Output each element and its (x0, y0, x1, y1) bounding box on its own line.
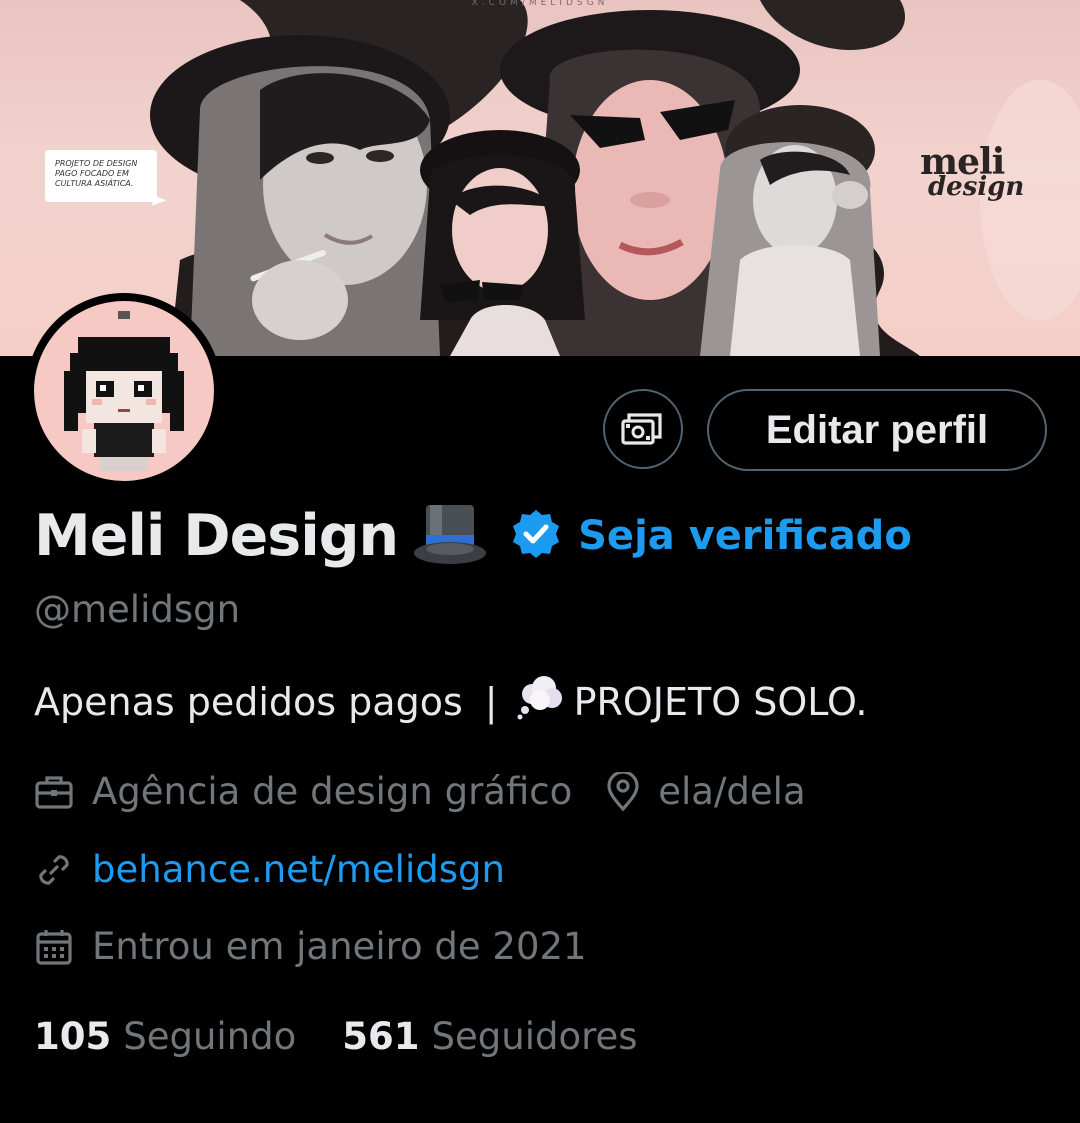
money-icon (621, 413, 662, 445)
profile-joined-date: Entrou em janeiro de 2021 (92, 925, 587, 968)
get-verified-link[interactable]: Seja verificado (578, 513, 912, 559)
speech-card-line: PAGO FOCADO EM (55, 169, 129, 178)
banner-speech-card: PROJETO DE DESIGN PAGO FOCADO EM CULTURA… (45, 150, 157, 202)
followers-label: Seguidores (431, 1015, 638, 1058)
monetization-button[interactable] (603, 389, 683, 469)
followers-count: 561 (342, 1015, 420, 1058)
profile-location: ela/dela (658, 770, 806, 813)
profile-joined-row: Entrou em janeiro de 2021 (34, 925, 587, 968)
user-handle: @melidsgn (34, 588, 241, 631)
profile-website-row: behance.net/melidsgn (34, 848, 505, 891)
brand-logo-line2: design (928, 171, 1025, 202)
bio-text-part2: PROJETO SOLO. (573, 679, 868, 724)
verified-badge-icon[interactable] (510, 508, 562, 564)
following-label: Seguindo (123, 1015, 297, 1058)
top-hat-icon (412, 501, 490, 571)
speech-card-line: PROJETO DE DESIGN (55, 159, 138, 168)
briefcase-icon (35, 775, 73, 809)
following-stat[interactable]: 105 Seguindo (34, 1015, 296, 1058)
following-count: 105 (34, 1015, 112, 1058)
profile-category: Agência de design gráfico (92, 770, 573, 813)
banner-watermark: X.COM/MELIDSGN (471, 0, 609, 8)
profile-website-link[interactable]: behance.net/melidsgn (92, 848, 505, 891)
bio-separator: | (484, 679, 498, 724)
avatar[interactable] (26, 293, 222, 489)
name-row: Meli Design Seja verificado (34, 496, 912, 576)
avatar-pixel-art (64, 311, 184, 471)
banner-brand-logo: meli design (920, 144, 1025, 202)
link-icon (39, 854, 69, 885)
followers-stat[interactable]: 561 Seguidores (342, 1015, 637, 1058)
avatar-image (34, 301, 214, 481)
bio-text-part1: Apenas pedidos pagos (34, 679, 463, 724)
thought-bubble-icon (516, 674, 564, 729)
follow-stats: 105 Seguindo 561 Seguidores (34, 1015, 638, 1058)
bio: Apenas pedidos pagos | PROJETO SOLO. (34, 674, 868, 729)
location-pin-icon (607, 771, 639, 811)
profile-category-row: Agência de design gráfico ela/dela (34, 770, 806, 813)
edit-profile-button[interactable]: Editar perfil (707, 389, 1047, 471)
calendar-icon (36, 929, 72, 965)
speech-card-line: CULTURA ASIÁTICA. (55, 179, 134, 188)
display-name: Meli Design (34, 503, 399, 569)
